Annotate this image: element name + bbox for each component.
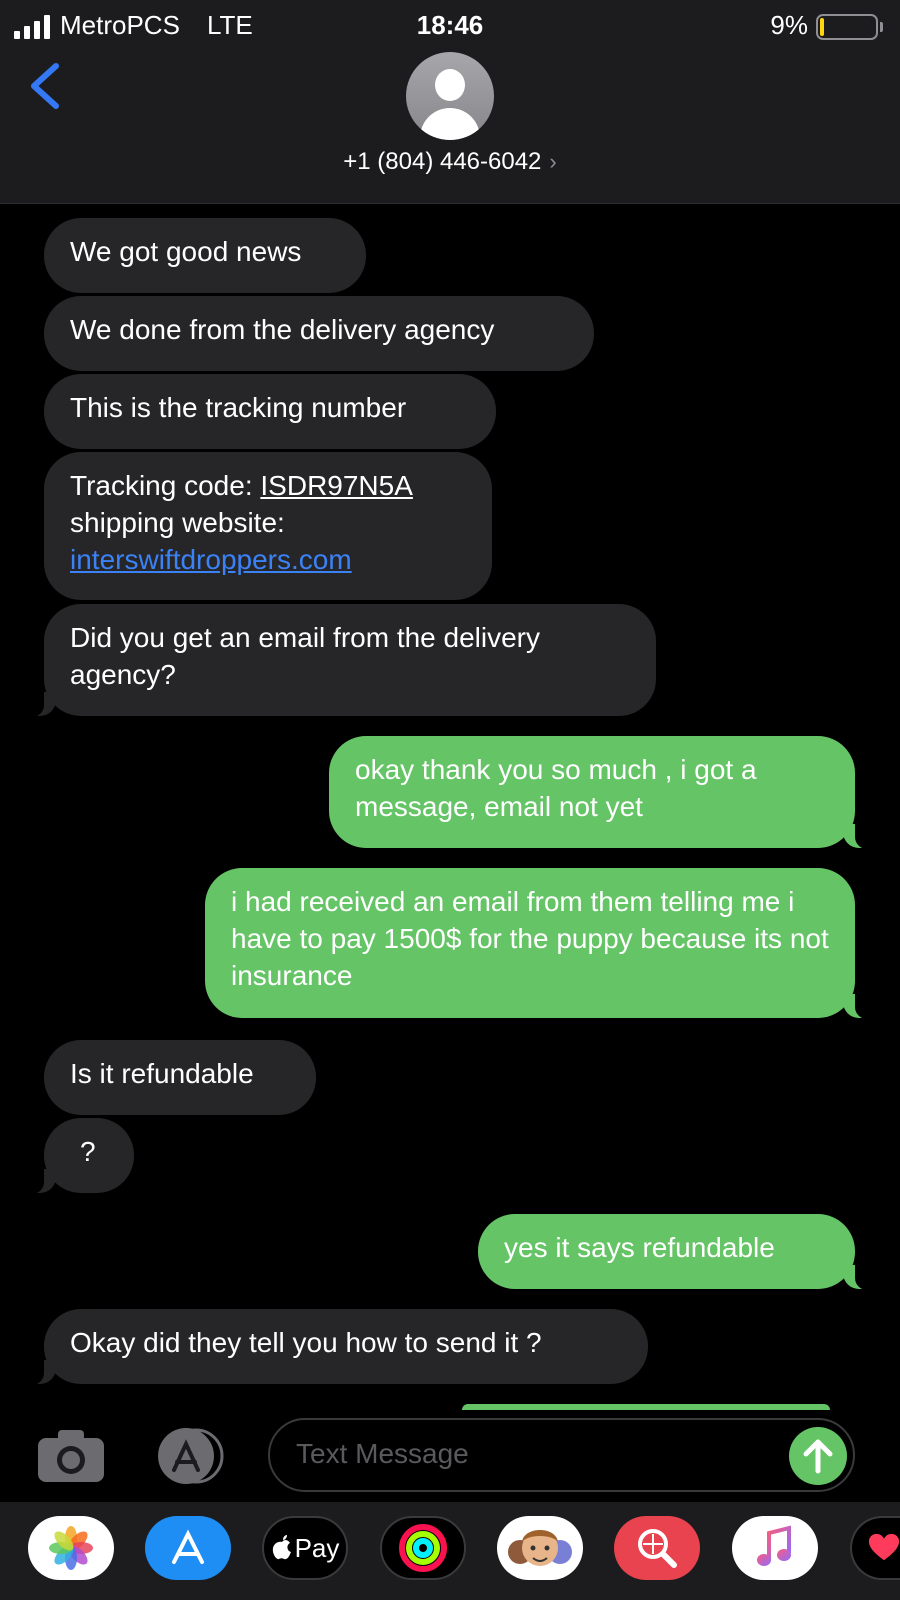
back-chevron-icon[interactable]	[26, 58, 66, 114]
message-input-placeholder: Text Message	[296, 1438, 469, 1469]
tracking-label: Tracking code:	[70, 470, 261, 501]
conversation-header: MetroPCS LTE 18:46 9% +1 (804) 446-6042 ›	[0, 0, 900, 204]
status-bar: MetroPCS LTE 18:46 9%	[0, 6, 900, 42]
app-drawer: Pay	[0, 1502, 900, 1600]
outgoing-message[interactable]: yes it says refundable	[478, 1214, 879, 1290]
shipping-website-label: shipping website:	[70, 507, 285, 538]
chevron-right-icon: ›	[549, 149, 557, 174]
shipping-website-link[interactable]: interswiftdroppers.com	[70, 544, 352, 575]
app-store-icon[interactable]	[152, 1428, 228, 1484]
message-text: We done from the delivery agency	[70, 314, 495, 345]
battery-percentage: 9%	[770, 10, 808, 40]
incoming-message[interactable]: Okay did they tell you how to send it ?	[20, 1309, 648, 1385]
message-text: ?	[80, 1136, 96, 1167]
heart-icon[interactable]	[850, 1516, 900, 1580]
memoji-icon[interactable]	[497, 1516, 583, 1580]
activity-rings-icon[interactable]	[380, 1516, 466, 1580]
app-store-icon[interactable]	[145, 1516, 231, 1580]
incoming-message[interactable]: Did you get an email from the delivery a…	[20, 604, 656, 717]
photos-icon[interactable]	[28, 1516, 114, 1580]
message-text: yes it says refundable	[504, 1232, 775, 1263]
partial-outgoing-message	[462, 1404, 830, 1410]
message-text: Did you get an email from the delivery a…	[70, 622, 540, 690]
music-note-icon[interactable]	[732, 1516, 818, 1580]
outgoing-message[interactable]: okay thank you so much , i got a message…	[329, 736, 879, 849]
contact-avatar[interactable]	[406, 52, 494, 140]
apple-pay-icon[interactable]: Pay	[262, 1516, 348, 1580]
message-text: okay thank you so much , i got a message…	[355, 754, 757, 822]
battery-icon	[816, 14, 884, 40]
image-search-icon[interactable]	[614, 1516, 700, 1580]
incoming-message[interactable]: We done from the delivery agency	[44, 296, 594, 371]
outgoing-message[interactable]: i had received an email from them tellin…	[205, 868, 879, 1019]
apple-pay-label: Pay	[294, 1532, 340, 1563]
incoming-message[interactable]: Is it refundable	[44, 1040, 316, 1115]
status-time: 18:46	[416, 10, 484, 40]
message-text: We got good news	[70, 236, 302, 267]
message-text: This is the tracking number	[70, 392, 407, 423]
contact-name-button[interactable]: +1 (804) 446-6042 ›	[0, 148, 900, 176]
incoming-message[interactable]: This is the tracking number	[44, 374, 496, 449]
incoming-message[interactable]: We got good news	[44, 218, 366, 293]
message-text: Is it refundable	[70, 1058, 254, 1089]
contact-number: +1 (804) 446-6042	[343, 148, 542, 175]
message-text: i had received an email from them tellin…	[231, 886, 829, 991]
arrow-up-icon[interactable]	[789, 1427, 847, 1485]
incoming-message[interactable]: Tracking code: ISDR97N5A shipping websit…	[44, 452, 492, 600]
message-text: Okay did they tell you how to send it ?	[70, 1327, 542, 1358]
tracking-code[interactable]: ISDR97N5A	[260, 470, 413, 501]
incoming-message[interactable]: ?	[20, 1118, 134, 1194]
message-input[interactable]: Text Message	[268, 1418, 855, 1492]
camera-icon[interactable]	[38, 1430, 104, 1482]
